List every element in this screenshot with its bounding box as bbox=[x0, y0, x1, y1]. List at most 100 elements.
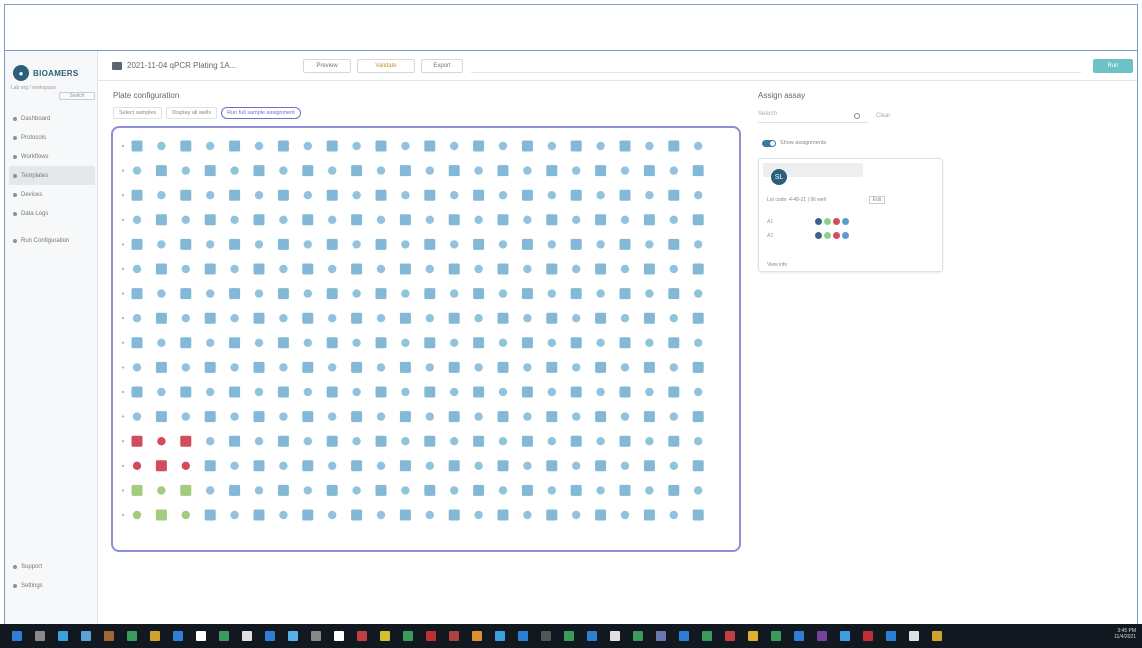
plate-well[interactable] bbox=[619, 189, 631, 201]
plate-well[interactable] bbox=[547, 141, 556, 151]
plate-well[interactable] bbox=[620, 314, 630, 323]
plate-well[interactable] bbox=[375, 337, 387, 349]
plate-well[interactable] bbox=[595, 411, 607, 423]
plate-well[interactable] bbox=[473, 435, 485, 447]
plate-well[interactable] bbox=[229, 484, 241, 496]
plate-well[interactable] bbox=[694, 240, 703, 249]
plate-well[interactable] bbox=[570, 238, 582, 250]
sidebar-bottom-item-1[interactable]: Settings bbox=[9, 576, 95, 595]
plate-well[interactable] bbox=[375, 386, 387, 398]
plate-well[interactable] bbox=[401, 191, 410, 200]
plate-well[interactable] bbox=[425, 215, 434, 224]
taskbar-app-icon[interactable] bbox=[58, 631, 68, 641]
card-view-info-link[interactable]: View info bbox=[767, 262, 787, 268]
plate-well[interactable] bbox=[450, 437, 459, 446]
plate-tab-2[interactable]: Run full sample assignment bbox=[221, 107, 301, 119]
taskbar-app-icon[interactable] bbox=[679, 631, 689, 641]
assay-dot[interactable] bbox=[833, 232, 840, 239]
plate-well[interactable] bbox=[450, 240, 459, 249]
plate-well[interactable] bbox=[425, 314, 434, 323]
plate-well[interactable] bbox=[254, 240, 264, 249]
plate-well[interactable] bbox=[570, 435, 582, 447]
plate-well[interactable] bbox=[620, 166, 630, 175]
taskbar-app-icon[interactable] bbox=[380, 631, 390, 641]
plate-well[interactable] bbox=[645, 141, 654, 151]
taskbar-app-icon[interactable] bbox=[288, 631, 298, 641]
plate-well[interactable] bbox=[180, 288, 192, 300]
plate-well[interactable] bbox=[204, 214, 216, 226]
plate-well[interactable] bbox=[694, 191, 703, 200]
plate-well[interactable] bbox=[546, 312, 558, 324]
plate-well[interactable] bbox=[155, 312, 167, 324]
plate-well[interactable] bbox=[204, 460, 216, 472]
assay-dot[interactable] bbox=[833, 218, 840, 225]
plate-well[interactable] bbox=[523, 314, 532, 323]
plate-well[interactable] bbox=[643, 165, 655, 177]
plate-well[interactable] bbox=[132, 166, 142, 175]
plate-well[interactable] bbox=[424, 435, 436, 447]
plate-well[interactable] bbox=[352, 387, 361, 397]
plate-well[interactable] bbox=[645, 437, 654, 446]
sidebar-item-5[interactable]: Data Logs bbox=[9, 204, 95, 223]
taskbar-app-icon[interactable] bbox=[863, 631, 873, 641]
plate-well[interactable] bbox=[375, 189, 387, 201]
plate-well[interactable] bbox=[547, 486, 556, 495]
taskbar-app-icon[interactable] bbox=[150, 631, 160, 641]
plate-well[interactable] bbox=[694, 141, 703, 151]
plate-well[interactable] bbox=[546, 165, 558, 177]
plate-well[interactable] bbox=[692, 214, 704, 226]
taskbar-clock[interactable]: 3:45 PM 11/4/2021 bbox=[1114, 628, 1136, 640]
plate-well[interactable] bbox=[157, 240, 166, 249]
plate-well[interactable] bbox=[547, 289, 556, 298]
plate-well[interactable] bbox=[669, 314, 678, 323]
plate-well[interactable] bbox=[375, 288, 387, 300]
plate-well[interactable] bbox=[643, 411, 655, 423]
plate-well[interactable] bbox=[206, 191, 215, 200]
plate-well[interactable] bbox=[303, 338, 312, 347]
plate-well[interactable] bbox=[694, 338, 703, 347]
plate-well[interactable] bbox=[669, 166, 678, 175]
plate-well[interactable] bbox=[596, 338, 605, 347]
plate-well[interactable] bbox=[254, 486, 264, 495]
plate-well[interactable] bbox=[254, 141, 264, 151]
plate-well[interactable] bbox=[328, 510, 337, 520]
plate-well[interactable] bbox=[132, 461, 142, 470]
plate-well[interactable] bbox=[424, 484, 436, 496]
plate-well[interactable] bbox=[643, 509, 655, 521]
plate-well[interactable] bbox=[521, 337, 533, 349]
plate-well[interactable] bbox=[157, 486, 166, 495]
taskbar-app-icon[interactable] bbox=[817, 631, 827, 641]
assay-dot[interactable] bbox=[815, 232, 822, 239]
plate-well[interactable] bbox=[181, 412, 190, 421]
plate-well[interactable] bbox=[473, 189, 485, 201]
plate-well[interactable] bbox=[595, 214, 607, 226]
taskbar-app-icon[interactable] bbox=[219, 631, 229, 641]
plate-well[interactable] bbox=[302, 214, 314, 226]
plate-well[interactable] bbox=[643, 263, 655, 275]
plate-well[interactable] bbox=[523, 510, 532, 520]
plate-well[interactable] bbox=[619, 386, 631, 398]
plate-well[interactable] bbox=[694, 486, 703, 495]
plate-well[interactable] bbox=[448, 214, 460, 226]
plate-well[interactable] bbox=[279, 461, 288, 470]
plate-well[interactable] bbox=[352, 289, 361, 298]
plate-well[interactable] bbox=[352, 437, 361, 446]
plate-well[interactable] bbox=[450, 387, 459, 397]
plate-well[interactable] bbox=[253, 361, 265, 373]
plate-well[interactable] bbox=[279, 510, 288, 520]
plate-well[interactable] bbox=[157, 338, 166, 347]
plate-well[interactable] bbox=[206, 289, 215, 298]
plate-well[interactable] bbox=[450, 289, 459, 298]
plate-well[interactable] bbox=[523, 461, 532, 470]
export-button[interactable]: Export bbox=[421, 58, 463, 73]
plate-well[interactable] bbox=[131, 238, 143, 250]
plate-well[interactable] bbox=[204, 361, 216, 373]
plate-well[interactable] bbox=[570, 189, 582, 201]
plate-well[interactable] bbox=[229, 386, 241, 398]
plate-well[interactable] bbox=[595, 312, 607, 324]
plate-well[interactable] bbox=[399, 263, 411, 275]
plate-well[interactable] bbox=[352, 486, 361, 495]
plate-well[interactable] bbox=[450, 338, 459, 347]
plate-well[interactable] bbox=[523, 215, 532, 224]
plate-well[interactable] bbox=[523, 363, 532, 372]
